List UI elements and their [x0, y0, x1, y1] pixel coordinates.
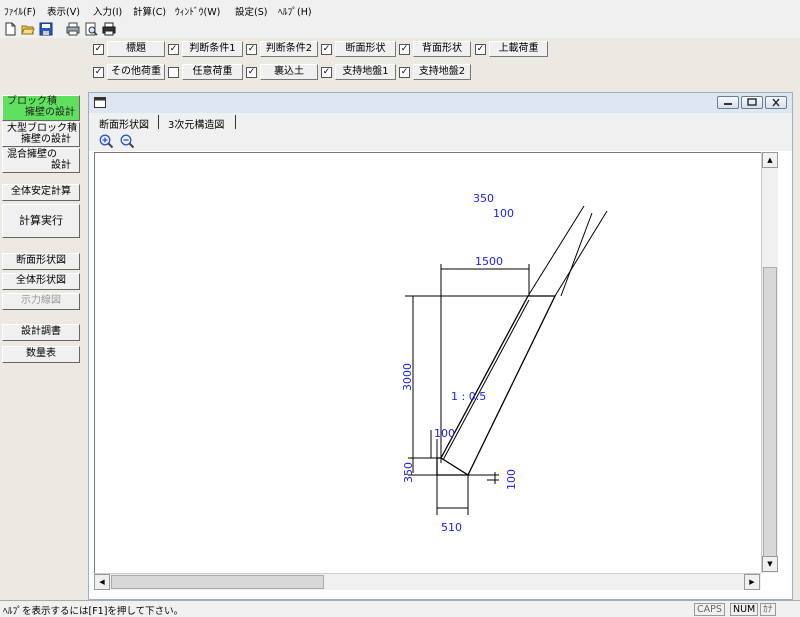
- checkbox-ground1[interactable]: ✓: [321, 67, 332, 78]
- minimize-button[interactable]: [717, 96, 739, 109]
- wall-outline: [440, 295, 557, 476]
- checkbox-arbitrary-load[interactable]: [168, 67, 179, 78]
- dim-label-width: 1500: [475, 255, 503, 268]
- status-num: NUM: [730, 603, 759, 616]
- label-line1: 混合擁壁の: [7, 149, 57, 160]
- menu-window[interactable]: ｳｨﾝﾄﾞｳ(W): [175, 4, 220, 18]
- button-ground1[interactable]: 支持地盤1: [335, 64, 396, 80]
- vertical-scrollbar[interactable]: ▲ ▼: [761, 152, 778, 573]
- new-file-icon[interactable]: [3, 22, 17, 36]
- window-titlebar: [89, 93, 792, 113]
- extension-line: [554, 210, 608, 297]
- vertical-scroll-thumb[interactable]: [763, 267, 777, 566]
- scroll-right-icon[interactable]: ▶: [744, 574, 760, 590]
- button-backfill[interactable]: 裏込土: [260, 64, 318, 80]
- restore-button[interactable]: [741, 96, 763, 109]
- zoom-bar: [89, 131, 792, 151]
- run-calc-button[interactable]: 計算実行: [2, 204, 80, 238]
- tab-section-view[interactable]: 断面形状図: [99, 116, 149, 131]
- tab-3d-view[interactable]: 3次元構造図: [168, 116, 224, 131]
- button-judge2[interactable]: 判断条件2: [260, 41, 318, 57]
- window-icon: [94, 97, 106, 111]
- dim-label-top2: 100: [493, 207, 514, 220]
- zoom-in-icon[interactable]: [99, 134, 114, 152]
- horizontal-scroll-thumb[interactable]: [111, 575, 324, 589]
- save-icon[interactable]: [39, 22, 53, 36]
- label-line1: 大型ブロック積: [7, 123, 77, 134]
- button-other-load[interactable]: その他荷重: [107, 64, 165, 80]
- menu-input[interactable]: 入力(I): [93, 4, 122, 18]
- design-mixed-wall-button[interactable]: 混合擁壁の 設計: [2, 148, 80, 173]
- stability-calc-button[interactable]: 全体安定計算: [2, 184, 80, 201]
- print-preview-icon[interactable]: [84, 22, 98, 36]
- open-folder-icon[interactable]: [21, 22, 35, 36]
- menu-calc[interactable]: 計算(C): [133, 4, 166, 18]
- status-caps: CAPS: [694, 603, 725, 616]
- design-report-button[interactable]: 設計調書: [2, 324, 80, 341]
- button-title[interactable]: 標題: [107, 41, 165, 57]
- print-icon[interactable]: [66, 22, 80, 36]
- button-judge1[interactable]: 判断条件1: [182, 41, 243, 57]
- extension-line: [560, 212, 593, 297]
- overall-view-button[interactable]: 全体形状図: [2, 273, 80, 290]
- dim-label-base: 510: [441, 521, 462, 534]
- checkbox-back-shape[interactable]: ✓: [399, 44, 410, 55]
- label-line2: 擁壁の設計: [25, 107, 75, 118]
- status-help-text: ﾍﾙﾌﾟを表示するには[F1]を押して下さい。: [3, 606, 184, 617]
- menu-help[interactable]: ﾍﾙﾌﾟ(H): [278, 4, 312, 18]
- button-back-shape[interactable]: 背面形状: [413, 41, 471, 57]
- checkbox-ground2[interactable]: ✓: [399, 67, 410, 78]
- tab-divider: [158, 115, 159, 129]
- quantity-table-button[interactable]: 数量表: [2, 346, 80, 363]
- drawing-window: 断面形状図 3次元構造図 1500 350 100 3000 1: 0.5 1…: [88, 92, 793, 600]
- checkbox-other-load[interactable]: ✓: [93, 67, 104, 78]
- label-line2: 設計: [51, 160, 71, 171]
- button-surcharge[interactable]: 上載荷重: [489, 41, 548, 57]
- extension-line: [527, 205, 585, 297]
- button-arbitrary-load[interactable]: 任意荷重: [182, 64, 243, 80]
- status-bar: ﾍﾙﾌﾟを表示するには[F1]を押して下さい。 CAPS NUM ｶﾅ: [0, 600, 800, 617]
- menu-file[interactable]: ﾌｧｲﾙ(F): [4, 4, 36, 18]
- slope-label: 1 : 0.5: [451, 390, 486, 403]
- status-kana: ｶﾅ: [760, 603, 776, 616]
- dim-label-top1: 350: [473, 192, 494, 205]
- scroll-left-icon[interactable]: ◀: [94, 574, 110, 590]
- dim-label-100-right: 100: [505, 469, 518, 490]
- dim-label-350: 350: [402, 462, 415, 483]
- button-ground2[interactable]: 支持地盤2: [413, 64, 471, 80]
- scroll-up-icon[interactable]: ▲: [762, 152, 778, 168]
- checkbox-title[interactable]: ✓: [93, 44, 104, 55]
- dim-label-100-left: 100: [434, 427, 455, 440]
- scroll-down-icon[interactable]: ▼: [762, 556, 778, 572]
- design-large-block-wall-button[interactable]: 大型ブロック積 擁壁の設計: [2, 122, 80, 147]
- toolbar: [0, 20, 800, 38]
- design-block-wall-button[interactable]: ブロック積 擁壁の設計: [2, 95, 80, 121]
- dim-label-height: 3000: [401, 363, 414, 391]
- wall-inner-line: [442, 299, 530, 461]
- menu-bar: ﾌｧｲﾙ(F) 表示(V) 入力(I) 計算(C) ｳｨﾝﾄﾞｳ(W) 設定(S…: [0, 0, 800, 20]
- drawing-canvas[interactable]: 1500 350 100 3000 1 : 0.5 100 350 100 51…: [94, 152, 761, 573]
- view-tabs: 断面形状図 3次元構造図: [89, 113, 792, 131]
- checkbox-judge1[interactable]: ✓: [168, 44, 179, 55]
- section-view-button[interactable]: 断面形状図: [2, 253, 80, 270]
- checkbox-section-shape[interactable]: ✓: [321, 44, 332, 55]
- menu-view[interactable]: 表示(V): [47, 4, 80, 18]
- tab-divider: [235, 115, 236, 129]
- label-line2: 擁壁の設計: [21, 134, 71, 145]
- checkbox-judge2[interactable]: ✓: [246, 44, 257, 55]
- checkbox-surcharge[interactable]: ✓: [475, 44, 486, 55]
- menu-settings[interactable]: 設定(S): [235, 4, 267, 18]
- section-drawing: 1500 350 100 3000 1 : 0.5 100 350 100 51…: [401, 192, 608, 534]
- force-line-view-button[interactable]: 示力線図: [2, 293, 80, 310]
- close-button[interactable]: [765, 96, 787, 109]
- checkbox-backfill[interactable]: ✓: [246, 67, 257, 78]
- button-section-shape[interactable]: 断面形状: [335, 41, 396, 57]
- label-line1: ブロック積: [7, 96, 57, 107]
- printer-icon[interactable]: [102, 22, 116, 36]
- wall-base: [436, 457, 471, 476]
- zoom-out-icon[interactable]: [120, 134, 135, 152]
- horizontal-scrollbar[interactable]: ◀ ▶: [94, 573, 761, 590]
